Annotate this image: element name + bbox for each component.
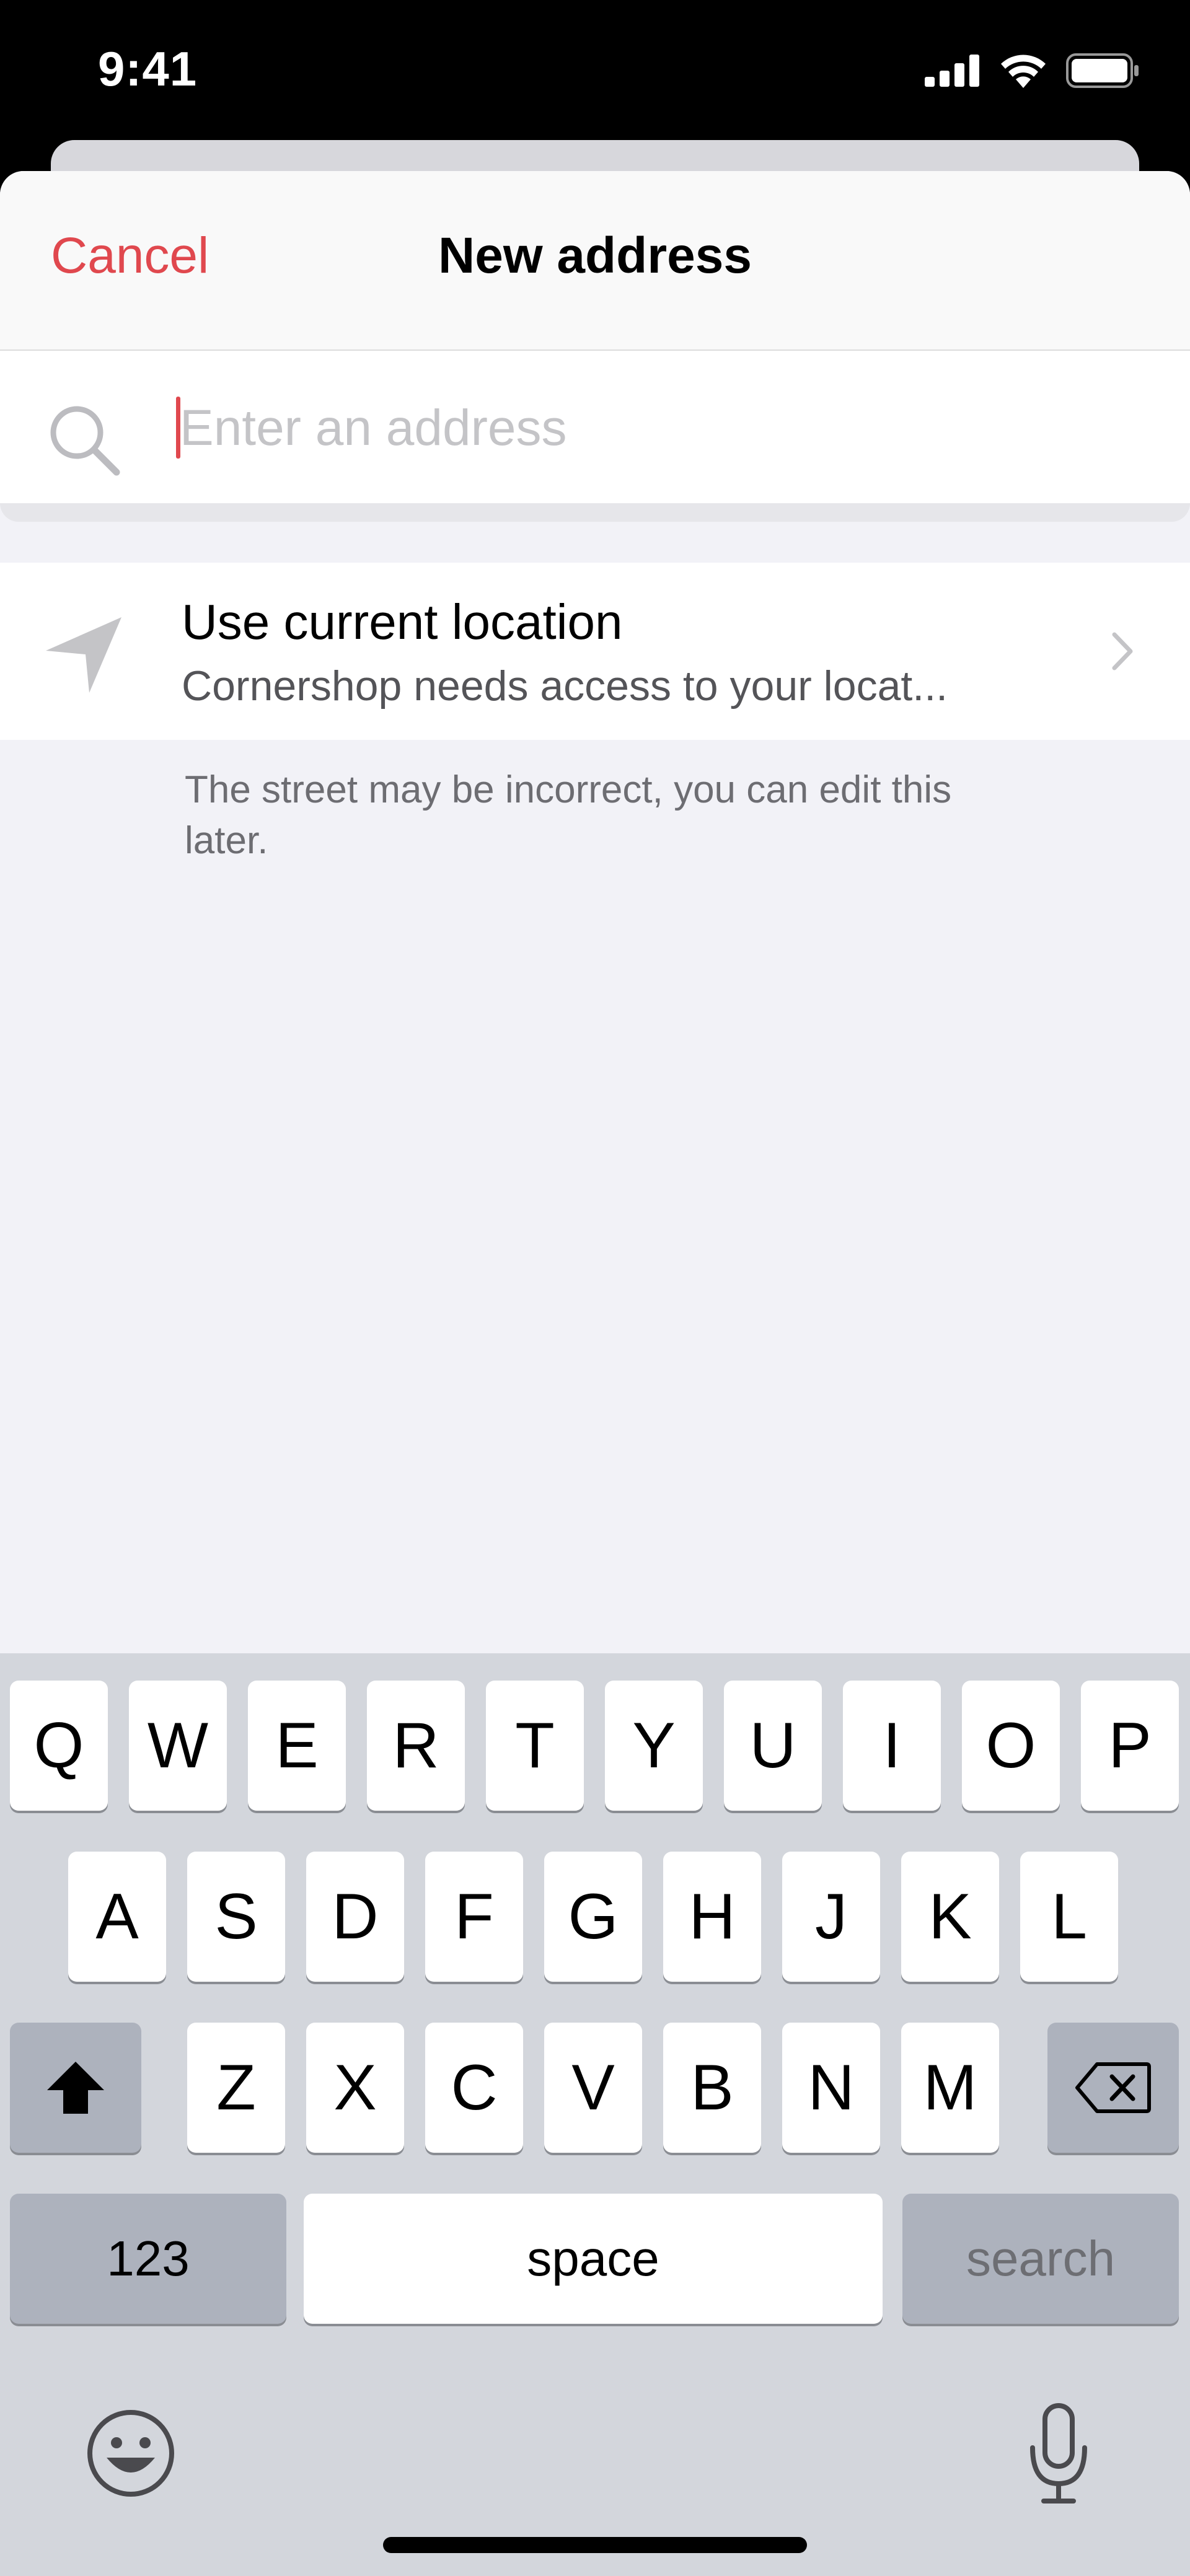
emoji-icon[interactable] — [86, 2408, 176, 2499]
status-icons — [925, 53, 1140, 88]
location-option-title: Use current location — [182, 594, 623, 649]
key-r[interactable]: R — [367, 1681, 465, 1811]
key-v[interactable]: V — [544, 2023, 642, 2153]
address-note: The street may be incorrect, you can edi… — [185, 768, 952, 862]
delete-key[interactable] — [1047, 2023, 1179, 2153]
key-q[interactable]: Q — [10, 1681, 108, 1811]
search-divider — [0, 503, 1190, 522]
key-o[interactable]: O — [962, 1681, 1060, 1811]
key-j[interactable]: J — [782, 1852, 880, 1982]
key-c[interactable]: C — [425, 2023, 523, 2153]
status-bar: 9:41 — [0, 0, 1190, 146]
key-h[interactable]: H — [663, 1852, 761, 1982]
shift-icon — [47, 2062, 104, 2114]
shift-key[interactable] — [10, 2023, 141, 2153]
key-p[interactable]: P — [1081, 1681, 1179, 1811]
page-title: New address — [438, 227, 752, 284]
key-x[interactable]: X — [306, 2023, 404, 2153]
search-icon — [50, 406, 120, 476]
key-k[interactable]: K — [901, 1852, 999, 1982]
space-key[interactable]: space — [304, 2194, 883, 2324]
search-bar — [0, 351, 1190, 503]
key-y[interactable]: Y — [605, 1681, 703, 1811]
key-a[interactable]: A — [68, 1852, 166, 1982]
key-u[interactable]: U — [724, 1681, 822, 1811]
address-search-input[interactable] — [180, 388, 1147, 468]
key-s[interactable]: S — [187, 1852, 285, 1982]
key-n[interactable]: N — [782, 2023, 880, 2153]
location-option-subtitle: Cornershop needs access to your locat... — [182, 662, 948, 710]
key-z[interactable]: Z — [187, 2023, 285, 2153]
key-t[interactable]: T — [486, 1681, 584, 1811]
status-time: 9:41 — [98, 42, 198, 96]
key-g[interactable]: G — [544, 1852, 642, 1982]
location-arrow-icon — [46, 617, 121, 693]
key-w[interactable]: W — [129, 1681, 227, 1811]
home-indicator — [383, 2537, 807, 2553]
keyboard: QWERTYUIOP ASDFGHJKL ZXCVBNM 123 space s… — [0, 1653, 1190, 2576]
battery-icon — [1066, 53, 1139, 88]
search-key[interactable]: search — [902, 2194, 1179, 2324]
wifi-icon — [1001, 55, 1046, 88]
microphone-icon[interactable] — [1026, 2402, 1091, 2505]
numbers-key[interactable]: 123 — [10, 2194, 286, 2324]
nav-bar: Cancel New address — [0, 171, 1190, 351]
key-e[interactable]: E — [248, 1681, 346, 1811]
key-m[interactable]: M — [901, 2023, 999, 2153]
chevron-right-icon — [1112, 632, 1133, 670]
key-d[interactable]: D — [306, 1852, 404, 1982]
use-current-location-row[interactable]: Use current location Cornershop needs ac… — [0, 563, 1190, 740]
signal-icon — [925, 55, 979, 87]
backspace-icon — [1075, 2062, 1151, 2113]
key-l[interactable]: L — [1020, 1852, 1118, 1982]
key-f[interactable]: F — [425, 1852, 523, 1982]
key-i[interactable]: I — [843, 1681, 941, 1811]
key-b[interactable]: B — [663, 2023, 761, 2153]
